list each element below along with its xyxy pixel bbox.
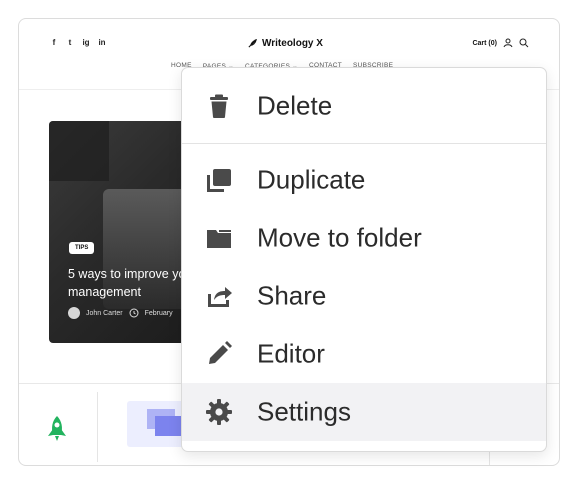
post-title-line-1: 5 ways to improve yo	[68, 267, 186, 281]
trash-icon	[204, 91, 234, 121]
instagram-icon[interactable]: ig	[81, 38, 91, 47]
menu-item-label: Settings	[257, 396, 351, 427]
site-title: Writeology X	[262, 38, 323, 49]
context-menu: Delete Duplicate Move to folder Share Ed…	[181, 67, 547, 452]
gear-icon	[204, 397, 234, 427]
user-icon[interactable]	[503, 38, 513, 48]
post-meta: John Carter February	[68, 307, 173, 319]
header-actions: Cart (0)	[472, 38, 529, 48]
divider	[97, 392, 98, 462]
post-title[interactable]: 5 ways to improve yo management	[68, 265, 199, 301]
share-icon	[204, 281, 234, 311]
feather-icon	[248, 38, 257, 48]
twitter-icon[interactable]: t	[65, 38, 75, 47]
menu-item-label: Editor	[257, 338, 325, 369]
menu-item-label: Share	[257, 280, 327, 311]
menu-item-duplicate[interactable]: Duplicate	[182, 151, 546, 209]
menu-item-share[interactable]: Share	[182, 267, 546, 325]
post-title-line-2: management	[68, 285, 141, 299]
thumbnail-shape	[155, 416, 183, 436]
facebook-icon[interactable]: f	[49, 38, 59, 47]
folder-icon	[204, 223, 234, 253]
menu-item-label: Delete	[257, 90, 333, 121]
post-tag[interactable]: TIPS	[69, 242, 95, 254]
duplicate-icon	[204, 165, 234, 195]
post-date: February	[144, 309, 173, 317]
menu-item-label: Duplicate	[257, 164, 366, 195]
clock-icon	[129, 308, 139, 318]
social-links: f t ig in	[49, 38, 107, 47]
cart-link[interactable]: Cart (0)	[472, 40, 497, 47]
menu-item-settings[interactable]: Settings	[182, 383, 546, 441]
menu-item-editor[interactable]: Editor	[182, 325, 546, 383]
featured-post[interactable]: TIPS 5 ways to improve yo management Joh…	[49, 121, 199, 343]
menu-item-move-to-folder[interactable]: Move to folder	[182, 209, 546, 267]
pencil-icon	[204, 339, 234, 369]
search-icon[interactable]	[519, 38, 529, 48]
menu-separator	[182, 143, 546, 144]
author-avatar	[68, 307, 80, 319]
post-author: John Carter	[86, 309, 123, 317]
menu-item-label: Move to folder	[257, 222, 422, 253]
hero-image-shadow	[49, 121, 109, 181]
rocket-icon	[48, 416, 66, 441]
menu-item-delete[interactable]: Delete	[182, 77, 546, 135]
linkedin-icon[interactable]: in	[97, 38, 107, 47]
site-logo[interactable]: Writeology X	[247, 38, 323, 49]
